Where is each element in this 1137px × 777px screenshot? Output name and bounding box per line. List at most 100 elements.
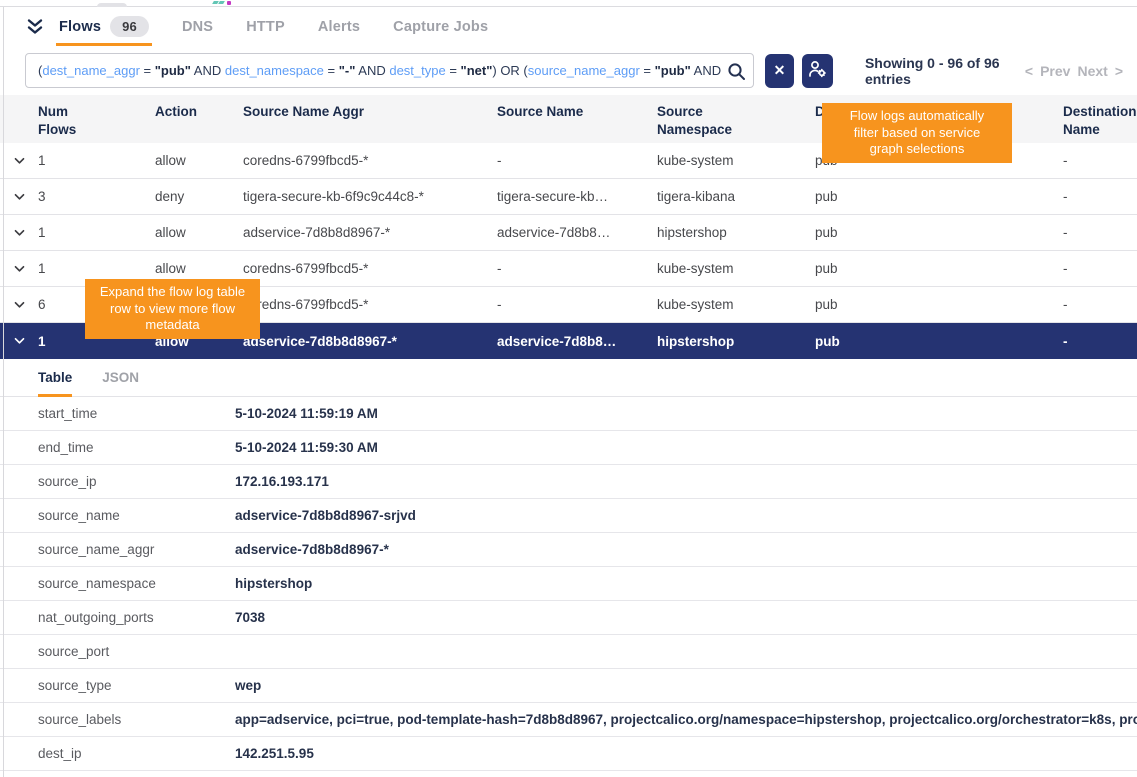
column-header-label: Action (155, 103, 197, 121)
cell-destination_name: - (1063, 261, 1137, 276)
cell-source_namespace: hipstershop (657, 334, 815, 349)
detail-tab-label: Table (38, 370, 72, 385)
detail-value: 5-10-2024 11:59:19 AM (235, 406, 1137, 421)
cell-dest_name_aggr: pub (815, 189, 1063, 204)
cell-destination_name: - (1063, 153, 1137, 168)
cell-num_flows: 1 (38, 153, 155, 168)
flow-table-row[interactable]: 1allowadservice-7d8b8d8967-*adservice-7d… (0, 215, 1137, 251)
prev-chevron-icon[interactable]: < (1025, 63, 1033, 79)
close-icon: ✕ (774, 62, 786, 79)
query-token: dest_name_aggr (42, 63, 140, 78)
cell-source_name: - (497, 297, 657, 312)
query-token: "-" (339, 63, 356, 78)
cell-dest_name_aggr: pub (815, 297, 1063, 312)
column-header-source-name-aggr: Source Name Aggr (243, 103, 497, 121)
prev-button[interactable]: Prev (1040, 63, 1070, 79)
top-tab-bar: Flows96 DNS HTTP Alerts Capture Jobs (0, 7, 1137, 46)
callout-line: filter based on service (828, 125, 1006, 142)
column-header-action: Action (155, 103, 243, 121)
query-token: "pub" (155, 63, 191, 78)
cell-dest_name_aggr: pub (815, 225, 1063, 240)
detail-row: source_namespacehipstershop (0, 567, 1137, 601)
query-token: dest_namespace (225, 63, 324, 78)
cell-source_name_aggr: adservice-7d8b8d8967-* (243, 334, 497, 349)
decorative-fragment (218, 1, 225, 4)
cell-num_flows: 3 (38, 189, 155, 204)
expand-row-chevron-icon[interactable] (0, 301, 38, 309)
cell-source_name_aggr: adservice-7d8b8d8967-* (243, 225, 497, 240)
tab-flows[interactable]: Flows96 (59, 7, 149, 46)
cell-source_namespace: kube-system (657, 153, 815, 168)
detail-tab-json[interactable]: JSON (102, 359, 139, 396)
user-settings-button[interactable] (802, 54, 833, 88)
detail-row: source_nameadservice-7d8b8d8967-srjvd (0, 499, 1137, 533)
cell-source_name_aggr: coredns-6799fbcd5-* (243, 297, 497, 312)
tab-label: Capture Jobs (393, 19, 488, 35)
active-tab-underline (56, 43, 152, 46)
detail-row: start_time5-10-2024 11:59:19 AM (0, 397, 1137, 431)
search-icon[interactable] (727, 62, 746, 86)
cell-source_name: - (497, 261, 657, 276)
query-token: AND (355, 63, 389, 78)
cell-action: allow (155, 261, 243, 276)
detail-tab-label: JSON (102, 370, 139, 385)
cell-source_name: adservice-7d8b8… (497, 334, 657, 349)
column-header-label: Num Flows (38, 103, 80, 139)
column-header-label: Destination Name (1063, 103, 1137, 139)
cell-source_name: adservice-7d8b8… (497, 225, 657, 240)
column-header-num-flows: Num Flows (38, 103, 155, 139)
decorative-fragment (227, 1, 231, 5)
tab-http[interactable]: HTTP (246, 7, 285, 46)
cell-source_name_aggr: coredns-6799fbcd5-* (243, 153, 497, 168)
column-header-destination-name: Destination Name (1063, 103, 1137, 139)
cell-destination_name: - (1063, 189, 1137, 204)
column-header-label: Source Namespace (657, 103, 745, 139)
detail-fields: start_time5-10-2024 11:59:19 AMend_time5… (0, 397, 1137, 771)
detail-value: hipstershop (235, 576, 1137, 591)
expand-row-chevron-icon[interactable] (0, 157, 38, 165)
query-token: "net" (461, 63, 493, 78)
expand-row-chevron-icon[interactable] (0, 337, 38, 345)
detail-value: 5-10-2024 11:59:30 AM (235, 440, 1137, 455)
tab-label: DNS (182, 19, 213, 35)
detail-row: nat_outgoing_ports7038 (0, 601, 1137, 635)
next-chevron-icon[interactable]: > (1115, 63, 1123, 79)
cell-source_namespace: kube-system (657, 297, 815, 312)
service-graph-edge-strip (0, 0, 1137, 7)
query-token: source_name_aggr (528, 63, 640, 78)
column-header-source-name: Source Name (497, 103, 657, 121)
detail-tab-table[interactable]: Table (38, 359, 72, 396)
detail-key: source_port (38, 644, 235, 659)
collapse-panel-icon[interactable] (25, 7, 45, 46)
detail-key: nat_outgoing_ports (38, 610, 235, 625)
detail-value: 142.251.5.95 (235, 746, 1137, 761)
detail-key: dest_ip (38, 746, 235, 761)
detail-key: source_ip (38, 474, 235, 489)
cell-num_flows: 1 (38, 261, 155, 276)
callout-filter-tooltip: Flow logs automaticallyfilter based on s… (822, 103, 1012, 163)
cell-dest_name_aggr: pub (815, 261, 1063, 276)
filter-query-input[interactable]: (dest_name_aggr = "pub" AND dest_namespa… (25, 53, 754, 88)
flow-table-row[interactable]: 3denytigera-secure-kb-6f9c9c44c8-*tigera… (0, 179, 1137, 215)
query-token: = (640, 63, 655, 78)
cell-source_namespace: kube-system (657, 261, 815, 276)
tab-dns[interactable]: DNS (182, 7, 213, 46)
tab-alerts[interactable]: Alerts (318, 7, 360, 46)
next-button[interactable]: Next (1077, 63, 1107, 79)
query-token: AND (191, 63, 225, 78)
expand-row-chevron-icon[interactable] (0, 229, 38, 237)
query-token: AND (691, 63, 721, 78)
pagination: < Prev Next > (1025, 63, 1127, 79)
clear-filter-button[interactable]: ✕ (765, 54, 794, 88)
tab-capture-jobs[interactable]: Capture Jobs (393, 7, 488, 46)
query-token: = (324, 63, 339, 78)
expand-row-chevron-icon[interactable] (0, 265, 38, 273)
cell-action: allow (155, 225, 243, 240)
expand-row-chevron-icon[interactable] (0, 193, 38, 201)
detail-row: source_ip172.16.193.171 (0, 465, 1137, 499)
detail-value: 172.16.193.171 (235, 474, 1137, 489)
detail-tab-bar: Table JSON (0, 359, 1137, 397)
cell-source_name: tigera-secure-kb… (497, 189, 657, 204)
callout-line: Flow logs automatically (828, 108, 1006, 125)
callout-line: metadata (91, 317, 254, 334)
